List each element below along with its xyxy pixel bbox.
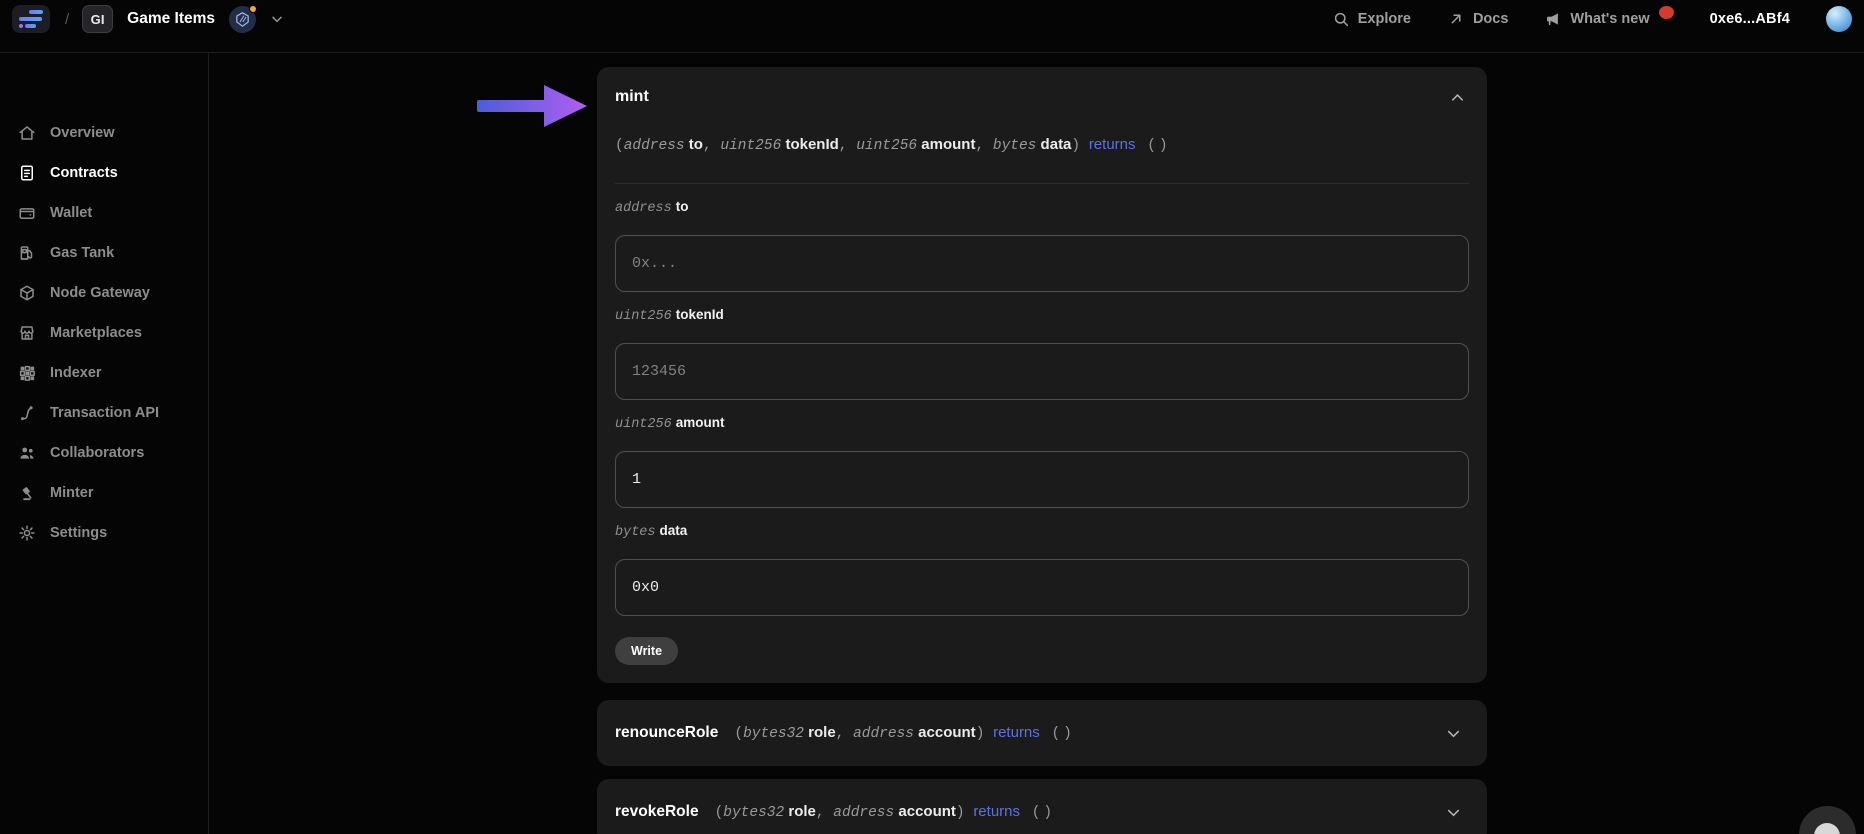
chevron-up-icon[interactable]: [1446, 86, 1469, 109]
function-name: revokeRole: [615, 803, 699, 820]
nav-item-docs[interactable]: Docs: [1447, 10, 1508, 28]
search-icon: [1332, 10, 1350, 28]
grid-icon: [17, 364, 36, 383]
function-name: renounceRole: [615, 724, 719, 741]
chat-button-icon: [1814, 823, 1840, 834]
cube-icon: [17, 284, 36, 303]
field-name: tokenId: [675, 307, 724, 322]
wallet-icon: [17, 204, 36, 223]
sidebar-item-collaborators[interactable]: Collaborators: [0, 433, 208, 473]
sidebar-item-overview[interactable]: Overview: [0, 113, 208, 153]
function-signature: (address to, uint256 tokenId, uint256 am…: [615, 136, 1171, 154]
project-badge[interactable]: GI: [82, 5, 114, 33]
users-icon: [17, 444, 36, 463]
field-type: uint256: [615, 309, 672, 324]
main-content: mint (address to, uint256 tokenId, uint2…: [209, 53, 1864, 834]
field-label-amount: uint256 amount: [615, 415, 1469, 433]
megaphone-icon: [1544, 10, 1562, 28]
function-card-renouncerole[interactable]: renounceRole (bytes32 role, address accou…: [597, 700, 1487, 766]
home-icon: [17, 124, 36, 143]
field-name: to: [675, 199, 689, 214]
sidebar-item-contracts[interactable]: Contracts: [0, 153, 208, 193]
contract-icon: [17, 164, 36, 183]
chevron-down-icon[interactable]: [1442, 722, 1465, 745]
sidebar-item-marketplaces[interactable]: Marketplaces: [0, 313, 208, 353]
chevron-down-icon[interactable]: [269, 11, 285, 27]
fuel-icon: [17, 244, 36, 263]
field-input-tokenId[interactable]: [615, 343, 1469, 400]
field-input-to[interactable]: [615, 235, 1469, 292]
sidebar-item-label: Transaction API: [50, 405, 160, 421]
sidebar-item-label: Contracts: [50, 165, 118, 181]
sidebar-nav: Overview Contracts Wallet Gas Tank Node Gate…: [0, 113, 208, 553]
function-fields: addresstouint256tokenIduint256amountbyte…: [615, 199, 1469, 616]
sidebar-item-indexer[interactable]: Indexer: [0, 353, 208, 393]
function-signature: (bytes32 role, address account) returns …: [714, 802, 1056, 821]
nav-item-what-s-new[interactable]: What's new: [1544, 5, 1674, 28]
sidebar: Overview Contracts Wallet Gas Tank Node Gate…: [0, 53, 209, 834]
field-type: bytes: [615, 525, 656, 540]
field-label-data: bytes data: [615, 523, 1469, 541]
field-input-amount[interactable]: [615, 451, 1469, 508]
project-name: Game Items: [127, 10, 216, 27]
arrow-up-right-icon: [1447, 10, 1465, 28]
notification-dot: [1658, 5, 1674, 19]
nav-item-label: What's new: [1570, 11, 1650, 27]
wallet-address[interactable]: 0xe6...ABf4: [1710, 11, 1790, 27]
function-name: mint: [615, 88, 649, 105]
collapsed-function-list: renounceRole (bytes32 role, address accou…: [597, 700, 1487, 834]
sidebar-item-label: Overview: [50, 125, 115, 141]
avatar[interactable]: [1826, 6, 1852, 32]
sidebar-item-node-gateway[interactable]: Node Gateway: [0, 273, 208, 313]
sidebar-item-label: Wallet: [50, 205, 93, 221]
sidebar-item-label: Minter: [50, 485, 94, 501]
nav-item-label: Explore: [1357, 11, 1411, 27]
field-input-data[interactable]: [615, 559, 1469, 616]
sidebar-item-settings[interactable]: Settings: [0, 513, 208, 553]
sidebar-item-minter[interactable]: Minter: [0, 473, 208, 513]
storefront-icon: [17, 324, 36, 343]
gavel-icon: [17, 484, 36, 503]
field-type: address: [615, 201, 672, 216]
sidebar-item-gas-tank[interactable]: Gas Tank: [0, 233, 208, 273]
topbar-nav: Explore Docs What's new: [1332, 5, 1674, 28]
field-label-to: address to: [615, 199, 1469, 217]
field-name: data: [659, 523, 688, 538]
app-logo[interactable]: [12, 5, 50, 33]
sidebar-item-label: Node Gateway: [50, 285, 150, 301]
network-status-dot: [249, 4, 258, 13]
breadcrumb-separator: /: [65, 10, 70, 28]
sidebar-item-label: Collaborators: [50, 445, 145, 461]
sidebar-item-wallet[interactable]: Wallet: [0, 193, 208, 233]
function-card-mint: mint (address to, uint256 tokenId, uint2…: [597, 67, 1487, 683]
topbar: / GI Game Items Explore Docs What's new 0x…: [0, 0, 1864, 53]
field-label-tokenId: uint256 tokenId: [615, 307, 1469, 325]
function-signature: (bytes32 role, address account) returns …: [734, 723, 1075, 742]
function-card-revokerole[interactable]: revokeRole (bytes32 role, address account…: [597, 779, 1487, 834]
gear-icon: [17, 524, 36, 543]
sidebar-item-label: Indexer: [50, 365, 102, 381]
sidebar-item-transaction-api[interactable]: Transaction API: [0, 393, 208, 433]
route-icon: [17, 404, 36, 423]
sidebar-item-label: Gas Tank: [50, 245, 115, 261]
field-type: uint256: [615, 417, 672, 432]
sidebar-item-label: Settings: [50, 525, 108, 541]
write-button[interactable]: Write: [615, 637, 679, 665]
sidebar-item-label: Marketplaces: [50, 325, 142, 341]
divider: [615, 183, 1469, 184]
field-name: amount: [675, 415, 725, 430]
nav-item-explore[interactable]: Explore: [1332, 10, 1411, 28]
network-icon[interactable]: [229, 4, 258, 33]
nav-item-label: Docs: [1472, 11, 1509, 27]
chevron-down-icon[interactable]: [1442, 801, 1465, 824]
